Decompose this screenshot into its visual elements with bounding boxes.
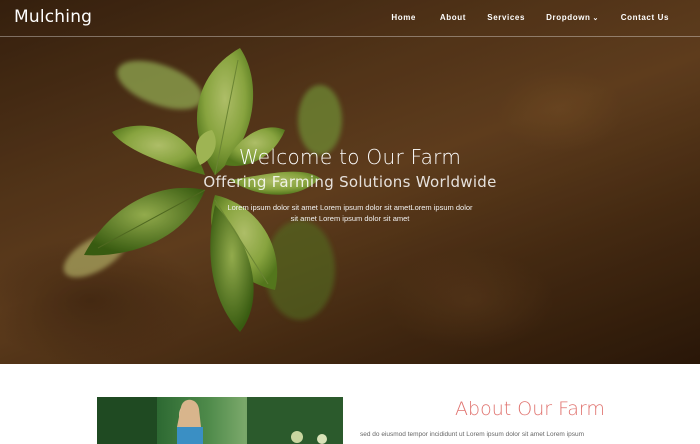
nav-dropdown-label: Dropdown [546,13,591,22]
about-farm-image [97,397,343,444]
hero-title: Welcome to Our Farm [238,145,462,169]
hero-section: Mulching Home About Services Dropdown ⌄ C… [0,0,700,364]
site-header: Mulching Home About Services Dropdown ⌄ C… [0,0,700,37]
site-logo[interactable]: Mulching [14,7,92,27]
nav-dropdown[interactable]: Dropdown ⌄ [546,13,599,22]
nav-services[interactable]: Services [487,13,525,22]
hero-description: Lorem ipsum dolor sit amet Lorem ipsum d… [227,203,473,223]
chevron-down-icon: ⌄ [592,15,599,22]
nav-home[interactable]: Home [391,13,416,22]
about-section: About Our Farm sed do eiusmod tempor inc… [0,364,700,444]
hero-subtitle: Offering Farming Solutions Worldwide [203,173,497,191]
nav-contact-us[interactable]: Contact Us [621,13,669,22]
about-title: About Our Farm [455,398,605,420]
nav-about[interactable]: About [440,13,466,22]
about-text: sed do eiusmod tempor incididunt ut Lore… [360,431,584,438]
